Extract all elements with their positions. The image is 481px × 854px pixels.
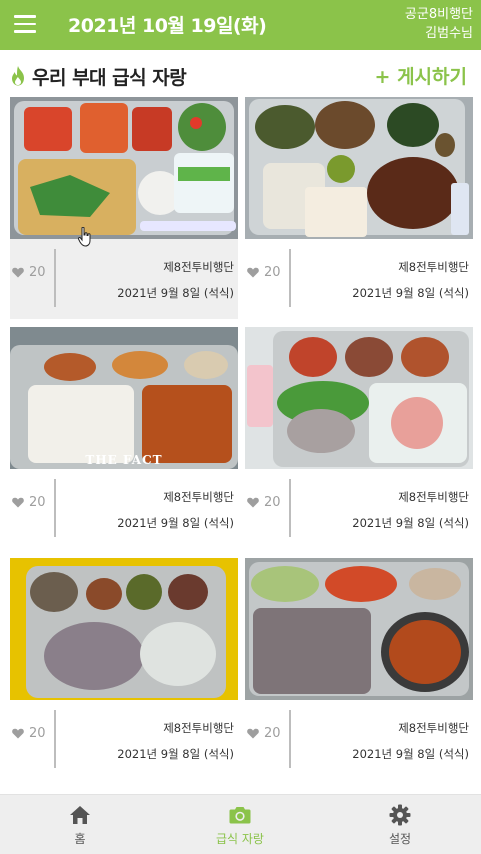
app-screen: 2021년 10월 19일(화) 공군8비행단 김범수님 우리 부대 급식 자랑… <box>0 0 481 854</box>
like-button[interactable]: 20 <box>247 495 281 510</box>
like-count: 20 <box>264 726 281 741</box>
meal-photo-graphic <box>245 327 473 469</box>
like-count: 20 <box>264 265 281 280</box>
like-count: 20 <box>264 495 281 510</box>
heart-icon <box>12 728 24 739</box>
nav-item-meal-showcase[interactable]: 급식 자랑 <box>160 795 320 854</box>
heart-icon <box>247 497 259 508</box>
nav-item-settings[interactable]: 설정 <box>320 795 480 854</box>
meal-post-card[interactable]: 20 제8전투비행단 2021년 9월 8일 (석식) <box>10 97 238 319</box>
meal-photo-graphic <box>245 97 473 239</box>
meal-photo-graphic <box>245 558 473 700</box>
post-meta: 20 제8전투비행단 2021년 9월 8일 (석식) <box>245 469 473 549</box>
meta-divider <box>289 710 291 768</box>
flame-icon <box>12 66 24 86</box>
like-count: 20 <box>29 495 46 510</box>
meal-photo[interactable] <box>245 558 473 700</box>
meal-photo-graphic <box>10 327 238 469</box>
post-date: 2021년 9월 8일 (석식) <box>117 516 234 530</box>
section-title: 우리 부대 급식 자랑 <box>32 67 187 89</box>
app-header: 2021년 10월 19일(화) 공군8비행단 김범수님 <box>0 0 481 50</box>
post-date: 2021년 9월 8일 (석식) <box>352 516 469 530</box>
pointer-cursor-icon <box>78 227 91 247</box>
section-header: 우리 부대 급식 자랑 + 게시하기 <box>0 50 481 96</box>
camera-icon <box>229 807 251 824</box>
meal-post-card[interactable]: 20 제8전투비행단 2021년 9월 8일 (석식) <box>245 97 473 319</box>
post-meta: 20 제8전투비행단 2021년 9월 8일 (석식) <box>10 239 238 319</box>
post-unit: 제8전투비행단 <box>163 490 234 504</box>
post-date: 2021년 9월 8일 (석식) <box>352 747 469 761</box>
meta-divider <box>54 479 56 537</box>
nav-label-settings: 설정 <box>388 832 412 846</box>
meta-divider <box>289 249 291 307</box>
post-meta: 20 제8전투비행단 2021년 9월 8일 (석식) <box>245 700 473 780</box>
nav-label-meal-showcase: 급식 자랑 <box>216 832 264 846</box>
post-unit: 제8전투비행단 <box>398 260 469 274</box>
like-count: 20 <box>29 726 46 741</box>
meal-photo[interactable]: THE FACT <box>10 327 238 469</box>
meal-post-card[interactable]: THE FACT 20 제8전투비행단 2021년 9월 8일 (석식) <box>10 327 238 549</box>
post-date: 2021년 9월 8일 (석식) <box>117 286 234 300</box>
meal-photo[interactable] <box>245 97 473 239</box>
like-button[interactable]: 20 <box>12 265 46 280</box>
gear-icon <box>389 804 411 826</box>
post-button[interactable]: + 게시하기 <box>375 62 467 89</box>
home-icon <box>70 806 90 824</box>
post-unit: 제8전투비행단 <box>398 721 469 735</box>
like-button[interactable]: 20 <box>12 495 46 510</box>
header-date: 2021년 10월 19일(화) <box>68 15 267 37</box>
meta-divider <box>54 710 56 768</box>
post-meta: 20 제8전투비행단 2021년 9월 8일 (석식) <box>10 700 238 780</box>
like-button[interactable]: 20 <box>12 726 46 741</box>
post-unit: 제8전투비행단 <box>398 490 469 504</box>
photo-caption: THE FACT <box>85 453 163 467</box>
meal-post-card[interactable]: 20 제8전투비행단 2021년 9월 8일 (석식) <box>245 558 473 780</box>
header-user-name: 김범수님 <box>425 26 473 41</box>
post-meta: 20 제8전투비행단 2021년 9월 8일 (석식) <box>10 469 238 549</box>
meta-divider <box>54 249 56 307</box>
meal-photo-graphic <box>10 97 238 239</box>
meal-post-card[interactable]: 20 제8전투비행단 2021년 9월 8일 (석식) <box>10 558 238 780</box>
post-date: 2021년 9월 8일 (석식) <box>352 286 469 300</box>
post-meta: 20 제8전투비행단 2021년 9월 8일 (석식) <box>245 239 473 319</box>
header-unit-name: 공군8비행단 <box>404 7 473 22</box>
menu-icon[interactable] <box>14 15 36 33</box>
bottom-navigation: 홈 급식 자랑 설정 <box>0 794 481 854</box>
meta-divider <box>289 479 291 537</box>
heart-icon <box>12 497 24 508</box>
meal-photo[interactable] <box>10 97 238 239</box>
heart-icon <box>247 728 259 739</box>
like-button[interactable]: 20 <box>247 726 281 741</box>
heart-icon <box>12 267 24 278</box>
nav-label-home: 홈 <box>74 832 86 846</box>
like-count: 20 <box>29 265 46 280</box>
post-unit: 제8전투비행단 <box>163 260 234 274</box>
nav-item-home[interactable]: 홈 <box>0 795 160 854</box>
meal-photo[interactable] <box>245 327 473 469</box>
like-button[interactable]: 20 <box>247 265 281 280</box>
meal-post-card[interactable]: 20 제8전투비행단 2021년 9월 8일 (석식) <box>245 327 473 549</box>
meal-photo-graphic <box>10 558 238 700</box>
meal-photo[interactable] <box>10 558 238 700</box>
post-date: 2021년 9월 8일 (석식) <box>117 747 234 761</box>
post-unit: 제8전투비행단 <box>163 721 234 735</box>
header-user-info: 공군8비행단 김범수님 <box>405 5 473 43</box>
heart-icon <box>247 267 259 278</box>
